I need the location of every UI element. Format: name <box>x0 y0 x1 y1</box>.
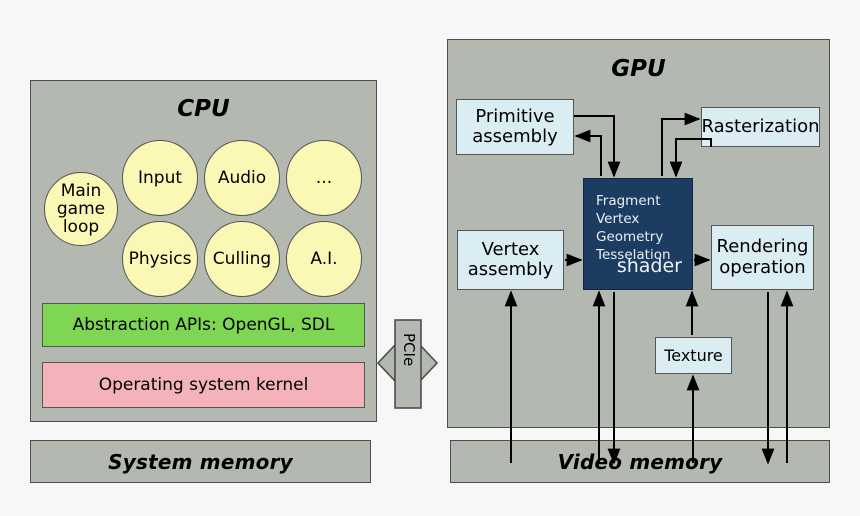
abstraction-apis-bar[interactable]: Abstraction APIs: OpenGL, SDL <box>42 303 365 347</box>
cpu-circle-ellipsis[interactable]: ... <box>286 140 362 216</box>
gpu-box-label: Vertex assembly <box>467 238 554 280</box>
cpu-circle-label: Culling <box>212 248 272 269</box>
gpu-box-primitive-assembly[interactable]: Primitive assembly <box>456 99 574 155</box>
gpu-box-label: Primitive assembly <box>472 105 558 147</box>
gpu-shader-block[interactable]: Fragment Vertex Geometry Tesselation sha… <box>583 178 693 290</box>
cpu-circle-physics[interactable]: Physics <box>122 221 198 297</box>
system-memory-label: System memory <box>108 449 293 474</box>
cpu-circle-culling[interactable]: Culling <box>204 221 280 297</box>
cpu-circle-label: Audio <box>217 167 267 188</box>
gpu-box-label: Rendering operation <box>716 236 809 278</box>
video-memory-bar[interactable]: Video memory <box>450 440 830 483</box>
pcie-label: PCIe <box>400 333 418 367</box>
gpu-box-label: Rasterization <box>701 115 820 137</box>
cpu-title: CPU <box>177 96 230 122</box>
cpu-circle-label: Physics <box>128 248 192 269</box>
shader-word: shader <box>616 255 682 277</box>
cpu-circle-input[interactable]: Input <box>122 140 198 216</box>
diagram-canvas: CPU Main game loop Input Audio ... Physi… <box>0 0 860 516</box>
gpu-box-label: Texture <box>664 345 723 365</box>
video-memory-label: Video memory <box>557 449 723 474</box>
cpu-circle-audio[interactable]: Audio <box>204 140 280 216</box>
os-kernel-bar[interactable]: Operating system kernel <box>42 362 365 408</box>
cpu-circle-ai[interactable]: A.I. <box>286 221 362 297</box>
cpu-circle-label: A.I. <box>310 248 338 269</box>
os-kernel-label: Operating system kernel <box>98 375 309 395</box>
cpu-circle-main-game-loop[interactable]: Main game loop <box>44 172 118 246</box>
cpu-circle-label: Input <box>137 167 183 188</box>
system-memory-bar[interactable]: System memory <box>30 440 371 483</box>
gpu-box-texture[interactable]: Texture <box>655 337 732 374</box>
cpu-circle-label: ... <box>315 167 333 188</box>
gpu-box-rasterization[interactable]: Rasterization <box>701 107 820 147</box>
abstraction-apis-label: Abstraction APIs: OpenGL, SDL <box>72 315 335 335</box>
gpu-box-vertex-assembly[interactable]: Vertex assembly <box>457 230 564 290</box>
cpu-circle-label: Main game loop <box>56 180 106 237</box>
gpu-title: GPU <box>611 56 666 82</box>
gpu-box-rendering-operation[interactable]: Rendering operation <box>711 225 814 290</box>
